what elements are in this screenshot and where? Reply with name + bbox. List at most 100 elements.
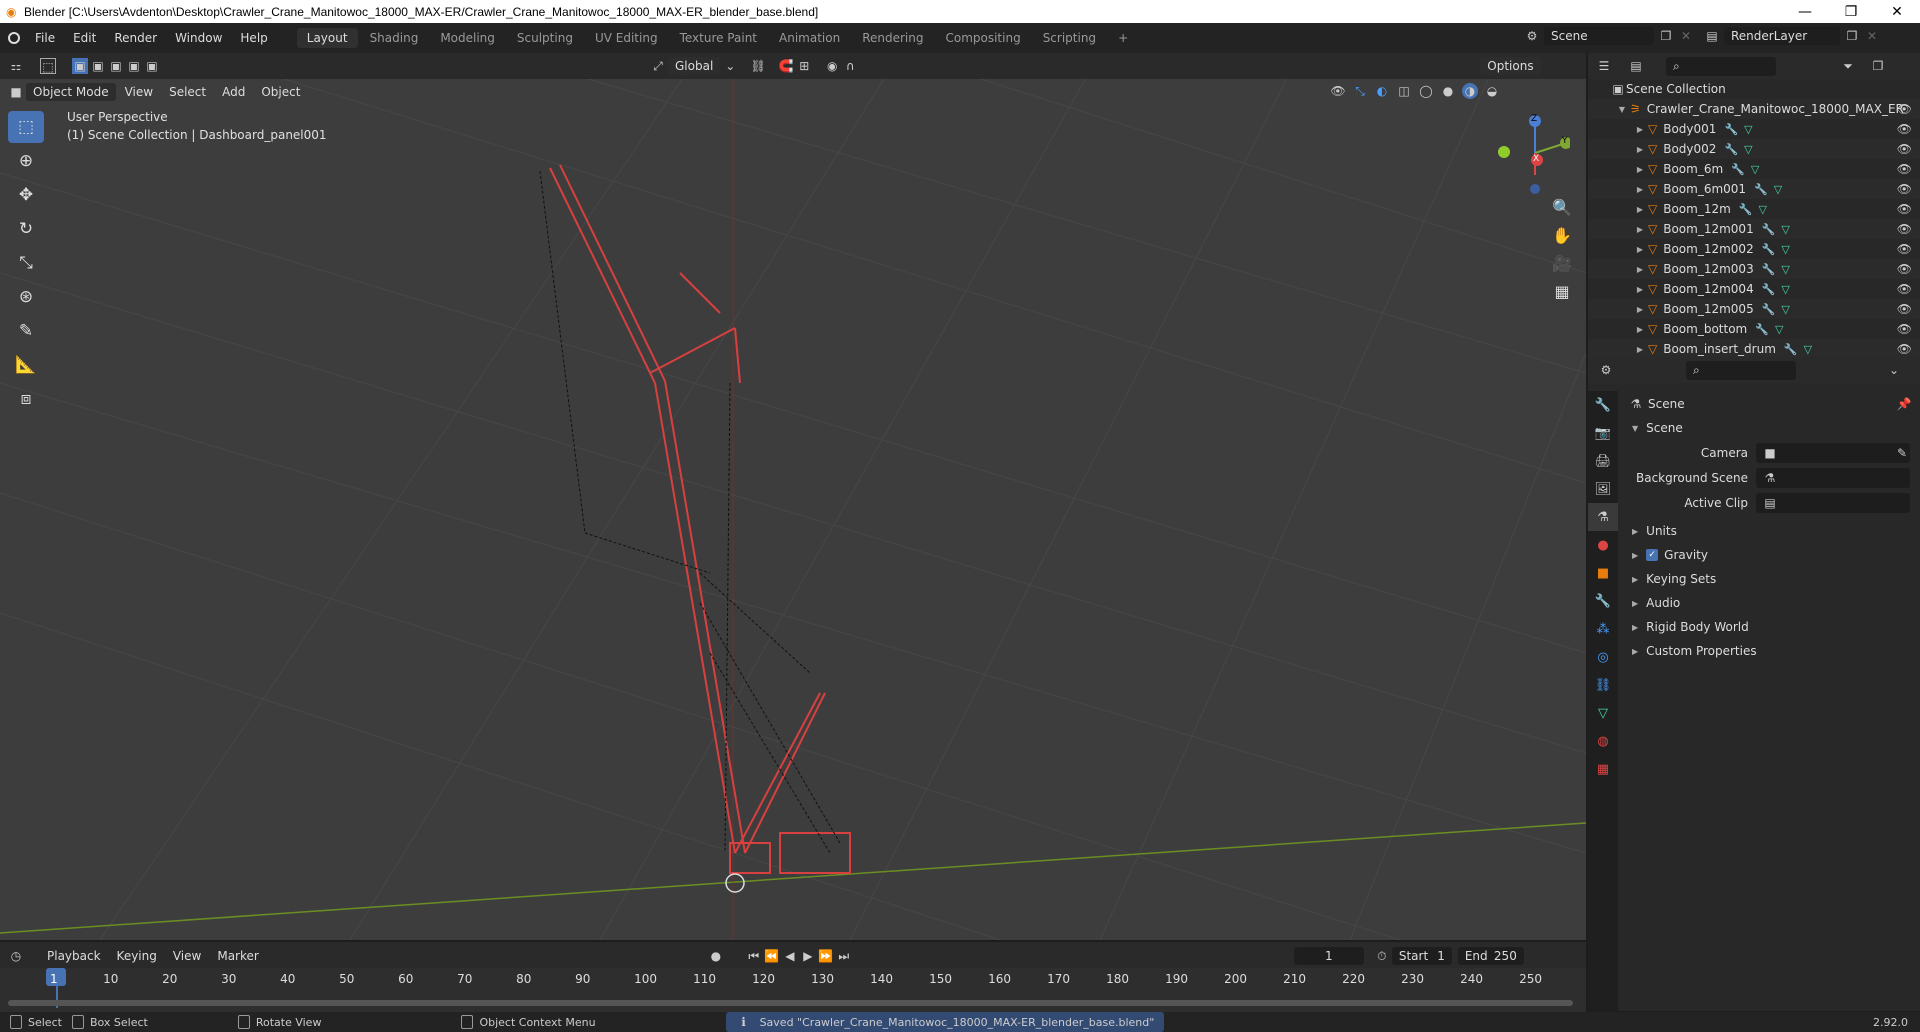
select-mode-invert-icon[interactable]: ▣ [126, 58, 142, 74]
solid-shading-icon[interactable]: ● [1440, 83, 1456, 99]
camera-field[interactable]: ■ ✎ [1756, 442, 1910, 463]
tab-rendering[interactable]: Rendering [852, 28, 933, 48]
properties-editor-icon[interactable]: ⚙ [1598, 362, 1614, 378]
transform-tool[interactable]: ⊛ [8, 281, 44, 313]
tab-uv-editing[interactable]: UV Editing [585, 28, 668, 48]
new-collection-icon[interactable]: ❐ [1870, 58, 1886, 74]
editor-type-icon[interactable]: ⚏ [8, 58, 24, 74]
outliner-editor-icon[interactable]: ☰ [1596, 58, 1612, 74]
close-button[interactable]: ✕ [1874, 4, 1920, 20]
units-panel[interactable]: ▶ Units [1620, 519, 1920, 543]
end-frame-field[interactable]: End 250 [1457, 947, 1524, 965]
view-menu[interactable]: View [118, 83, 160, 101]
new-view-layer-icon[interactable]: ❐ [1844, 28, 1860, 44]
filter-icon[interactable]: ⏷ [1840, 58, 1856, 74]
add-workspace-button[interactable]: + [1108, 28, 1138, 48]
minimize-button[interactable]: — [1782, 4, 1828, 20]
outliner-row-object[interactable]: ▶ ▽ Boom_12m 🔧 ▽ 👁 [1588, 199, 1920, 219]
mesh-data-icon[interactable]: ▽ [1781, 283, 1789, 296]
eye-icon[interactable]: 👁 [1897, 242, 1912, 256]
outliner-row-object[interactable]: ▶ ▽ Boom_12m002 🔧 ▽ 👁 [1588, 239, 1920, 259]
eye-icon[interactable]: 👁 [1897, 282, 1912, 296]
snap-icon[interactable]: 🧲 [778, 58, 794, 74]
expand-icon[interactable]: ▼ [1614, 105, 1630, 114]
scale-tool[interactable]: ⤡ [8, 247, 44, 279]
mesh-data-icon[interactable]: ▽ [1759, 203, 1767, 216]
outliner-row-object[interactable]: ▶ ▽ Boom_12m001 🔧 ▽ 👁 [1588, 219, 1920, 239]
rendered-shading-icon[interactable]: ◒ [1484, 83, 1500, 99]
timeline-view-menu[interactable]: View [166, 947, 208, 965]
mesh-data-icon[interactable]: ▽ [1774, 183, 1782, 196]
tab-sculpting[interactable]: Sculpting [507, 28, 583, 48]
ortho-grid-icon[interactable]: ▦ [1548, 277, 1576, 305]
keying-sets-panel[interactable]: ▶ Keying Sets [1620, 567, 1920, 591]
outliner-row-object[interactable]: ▶ ▽ Boom_12m005 🔧 ▽ 👁 [1588, 299, 1920, 319]
texture-tab-icon[interactable]: ▦ [1588, 755, 1618, 783]
modifier-icon[interactable]: 🔧 [1762, 303, 1776, 316]
outliner-row-object[interactable]: ▶ ▽ Boom_6m 🔧 ▽ 👁 [1588, 159, 1920, 179]
transform-orientation-dropdown[interactable]: Global [668, 57, 721, 75]
eye-icon[interactable]: 👁 [1897, 222, 1912, 236]
properties-search-input[interactable]: ⌕ [1686, 360, 1796, 380]
select-mode-new-icon[interactable]: ▣ [72, 58, 88, 74]
eye-icon[interactable]: 👁 [1897, 342, 1912, 356]
blender-menu-icon[interactable] [8, 32, 20, 44]
eye-icon[interactable]: 👁 [1897, 162, 1912, 176]
jump-end-icon[interactable]: ⏭ [836, 948, 852, 964]
modifier-icon[interactable]: 🔧 [1739, 203, 1753, 216]
auto-keying-icon[interactable]: ● [708, 948, 724, 964]
outliner-row-object[interactable]: ▶ ▽ Boom_12m004 🔧 ▽ 👁 [1588, 279, 1920, 299]
falloff-icon[interactable]: ∩ [842, 58, 858, 74]
scene-selector[interactable]: Scene [1544, 27, 1654, 45]
chevron-down-icon[interactable]: ⌄ [1886, 362, 1902, 378]
object-tab-icon[interactable]: ■ [1588, 559, 1618, 587]
eye-icon[interactable]: 👁 [1897, 102, 1912, 116]
tab-shading[interactable]: Shading [360, 28, 429, 48]
jump-keyframe-forward-icon[interactable]: ⏩ [818, 948, 834, 964]
expand-icon[interactable]: ▶ [1632, 145, 1648, 154]
mesh-data-icon[interactable]: ▽ [1744, 123, 1752, 136]
modifier-icon[interactable]: 🔧 [1731, 163, 1745, 176]
menu-edit[interactable]: Edit [64, 31, 105, 45]
expand-icon[interactable]: ▶ [1632, 265, 1648, 274]
select-tool-icon[interactable]: ⬚ [40, 58, 56, 74]
data-tab-icon[interactable]: ▽ [1588, 699, 1618, 727]
playback-menu[interactable]: Playback [40, 947, 108, 965]
tab-layout[interactable]: Layout [296, 28, 358, 48]
measure-tool[interactable]: 📐 [8, 349, 44, 381]
delete-scene-icon[interactable]: ✕ [1678, 28, 1694, 44]
new-scene-icon[interactable]: ❐ [1658, 28, 1674, 44]
outliner-row-collection[interactable]: ▼ ⚞ Crawler_Crane_Manitowoc_18000_MAX_ER… [1588, 99, 1920, 119]
active-clip-field[interactable]: ▤ [1756, 492, 1910, 513]
mesh-data-icon[interactable]: ▽ [1804, 343, 1812, 356]
outliner-row-object[interactable]: ▶ ▽ Boom_bottom 🔧 ▽ 👁 [1588, 319, 1920, 339]
select-mode-intersect-icon[interactable]: ▣ [144, 58, 160, 74]
expand-icon[interactable]: ▶ [1632, 125, 1648, 134]
tab-animation[interactable]: Animation [769, 28, 850, 48]
outliner-row-root[interactable]: ▣ Scene Collection [1588, 79, 1920, 99]
material-tab-icon[interactable]: ◍ [1588, 727, 1618, 755]
outliner-row-object[interactable]: ▶ ▽ Boom_12m003 🔧 ▽ 👁 [1588, 259, 1920, 279]
pin-icon[interactable]: 📌 [1896, 396, 1912, 412]
eye-icon[interactable]: 👁 [1897, 122, 1912, 136]
eye-icon[interactable]: 👁 [1897, 142, 1912, 156]
add-cube-tool[interactable]: ⧈ [8, 383, 44, 415]
modifier-icon[interactable]: 🔧 [1724, 123, 1738, 136]
expand-icon[interactable]: ▶ [1632, 325, 1648, 334]
marker-menu[interactable]: Marker [210, 947, 265, 965]
select-box-tool[interactable]: ⬚ [8, 111, 44, 143]
gizmo-toggle-icon[interactable]: ⤡ [1352, 83, 1368, 99]
modifier-icon[interactable]: 🔧 [1762, 283, 1776, 296]
current-frame-field[interactable]: 1 [1293, 947, 1364, 965]
expand-icon[interactable]: ▶ [1632, 225, 1648, 234]
expand-icon[interactable]: ▶ [1632, 185, 1648, 194]
mesh-data-icon[interactable]: ▽ [1781, 223, 1789, 236]
eye-icon[interactable]: 👁 [1897, 322, 1912, 336]
mesh-data-icon[interactable]: ▽ [1781, 263, 1789, 276]
timeline-scrollbar[interactable] [8, 1000, 1573, 1006]
outliner-search-input[interactable]: ⌕ [1666, 56, 1776, 76]
modifier-tab-icon[interactable]: 🔧 [1588, 587, 1618, 615]
options-dropdown[interactable]: Options [1480, 57, 1541, 75]
outliner-row-object[interactable]: ▶ ▽ Body001 🔧 ▽ 👁 [1588, 119, 1920, 139]
mesh-data-icon[interactable]: ▽ [1751, 163, 1759, 176]
